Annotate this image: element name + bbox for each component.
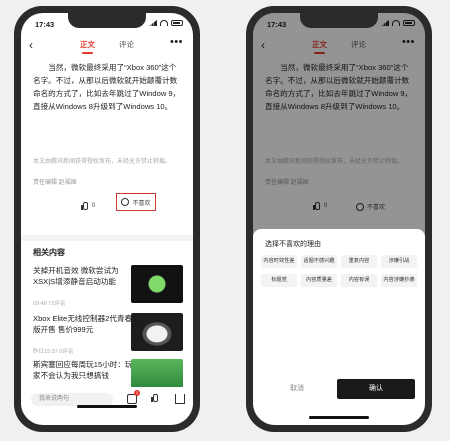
article-body: 当然，微软最终采用了“Xbox 360”这个名字。不过，从那以后微软就开始颠覆计… bbox=[33, 61, 183, 113]
news-title: Xbox Elite无线控制器2代青春版开售 售价999元 bbox=[33, 314, 133, 334]
dislike-label: 不喜欢 bbox=[132, 200, 151, 207]
bottom-bar: 我来说两句 1 bbox=[21, 387, 193, 413]
news-title: 关掉开机音效 微软尝试为XSX|S增添静音启动功能 bbox=[33, 266, 119, 286]
list-item[interactable]: Xbox Elite无线控制器2代青春版开售 售价999元 昨日15:37 0评… bbox=[33, 313, 183, 359]
signal-icon bbox=[149, 20, 157, 26]
reason-chip[interactable]: 内容时效性差 bbox=[261, 255, 297, 268]
tab-body[interactable]: 正文 bbox=[80, 39, 95, 54]
reason-chip[interactable]: 重复内容 bbox=[341, 255, 377, 268]
reaction-bar: 0 不喜欢 bbox=[21, 193, 193, 223]
reason-chip[interactable]: 内容有误 bbox=[341, 274, 377, 287]
share-icon[interactable] bbox=[175, 394, 185, 404]
list-item[interactable]: 关掉开机音效 微软尝试为XSX|S增添静音启动功能 09:48 72评论 bbox=[33, 265, 183, 311]
dislike-screen: 17:43 ‹ 正文 评论 ••• 当然，微软最终采用了“Xbox 360”这个… bbox=[253, 13, 425, 425]
dislike-reason-sheet: 选择不喜欢的理由 内容时效性差 话题不感兴趣 重复内容 涉嫌引战 标题党 内容质… bbox=[253, 229, 425, 425]
like-count: 0 bbox=[92, 203, 96, 209]
thumbs-up-icon[interactable] bbox=[151, 394, 161, 404]
comment-count-badge: 1 bbox=[134, 390, 140, 396]
phone-right: 17:43 ‹ 正文 评论 ••• 当然，微软最终采用了“Xbox 360”这个… bbox=[246, 6, 432, 432]
more-icon[interactable]: ••• bbox=[170, 36, 183, 48]
nav-bar: ‹ 正文 评论 ••• bbox=[21, 35, 193, 57]
battery-icon bbox=[171, 20, 183, 26]
tab-comments[interactable]: 评论 bbox=[119, 39, 134, 50]
section-divider bbox=[21, 235, 193, 241]
news-meta: 昨日15:37 0评论 bbox=[33, 349, 74, 355]
article-screen: 17:43 ‹ 正文 评论 ••• 当然，微软最终采用了“Xbox 360”这个… bbox=[21, 13, 193, 425]
copyright-note: 本文由腾讯新闻获得授权发布，未经允许禁止转载。 bbox=[33, 159, 172, 165]
news-meta: 09:48 72评论 bbox=[33, 301, 66, 307]
sheet-title: 选择不喜欢的理由 bbox=[265, 241, 321, 248]
frown-icon bbox=[121, 198, 130, 206]
status-icons bbox=[149, 20, 183, 26]
reason-chip[interactable]: 话题不感兴趣 bbox=[301, 255, 337, 268]
like-button[interactable]: 0 bbox=[81, 202, 95, 210]
wifi-icon bbox=[160, 20, 168, 26]
article-paragraph: 当然，微软最终采用了“Xbox 360”这个名字。不过，从那以后微软就开始颠覆计… bbox=[33, 63, 181, 111]
status-time: 17:43 bbox=[35, 20, 55, 29]
notch bbox=[68, 13, 146, 28]
news-thumbnail bbox=[131, 313, 183, 351]
reason-chip[interactable]: 内容质量差 bbox=[301, 274, 337, 287]
cancel-button[interactable]: 取消 bbox=[263, 379, 331, 399]
reason-chip[interactable]: 内容涉嫌抄袭 bbox=[381, 274, 417, 287]
related-title: 相关内容 bbox=[33, 248, 65, 257]
reason-chip[interactable]: 标题党 bbox=[261, 274, 297, 287]
home-indicator bbox=[309, 416, 369, 419]
notch bbox=[300, 13, 378, 28]
sheet-actions: 取消 确认 bbox=[253, 379, 425, 403]
tabs: 正文 评论 bbox=[21, 39, 193, 54]
reason-chips: 内容时效性差 话题不感兴趣 重复内容 涉嫌引战 标题党 内容质量差 内容有误 内… bbox=[261, 255, 417, 287]
dislike-button[interactable]: 不喜欢 bbox=[116, 193, 156, 211]
confirm-button[interactable]: 确认 bbox=[337, 379, 415, 399]
thumbs-up-glyph bbox=[151, 394, 161, 404]
editor-credit: 责任编辑 赵福国 bbox=[33, 180, 77, 186]
home-indicator bbox=[77, 405, 137, 408]
news-thumbnail bbox=[131, 265, 183, 303]
news-title: 斯宾塞回应每周玩15小时：玩家不会认为我只想搞钱 bbox=[33, 360, 133, 380]
phone-left: 17:43 ‹ 正文 评论 ••• 当然，微软最终采用了“Xbox 360”这个… bbox=[14, 6, 200, 432]
reason-chip[interactable]: 涉嫌引战 bbox=[381, 255, 417, 268]
thumbs-up-icon bbox=[81, 202, 89, 210]
